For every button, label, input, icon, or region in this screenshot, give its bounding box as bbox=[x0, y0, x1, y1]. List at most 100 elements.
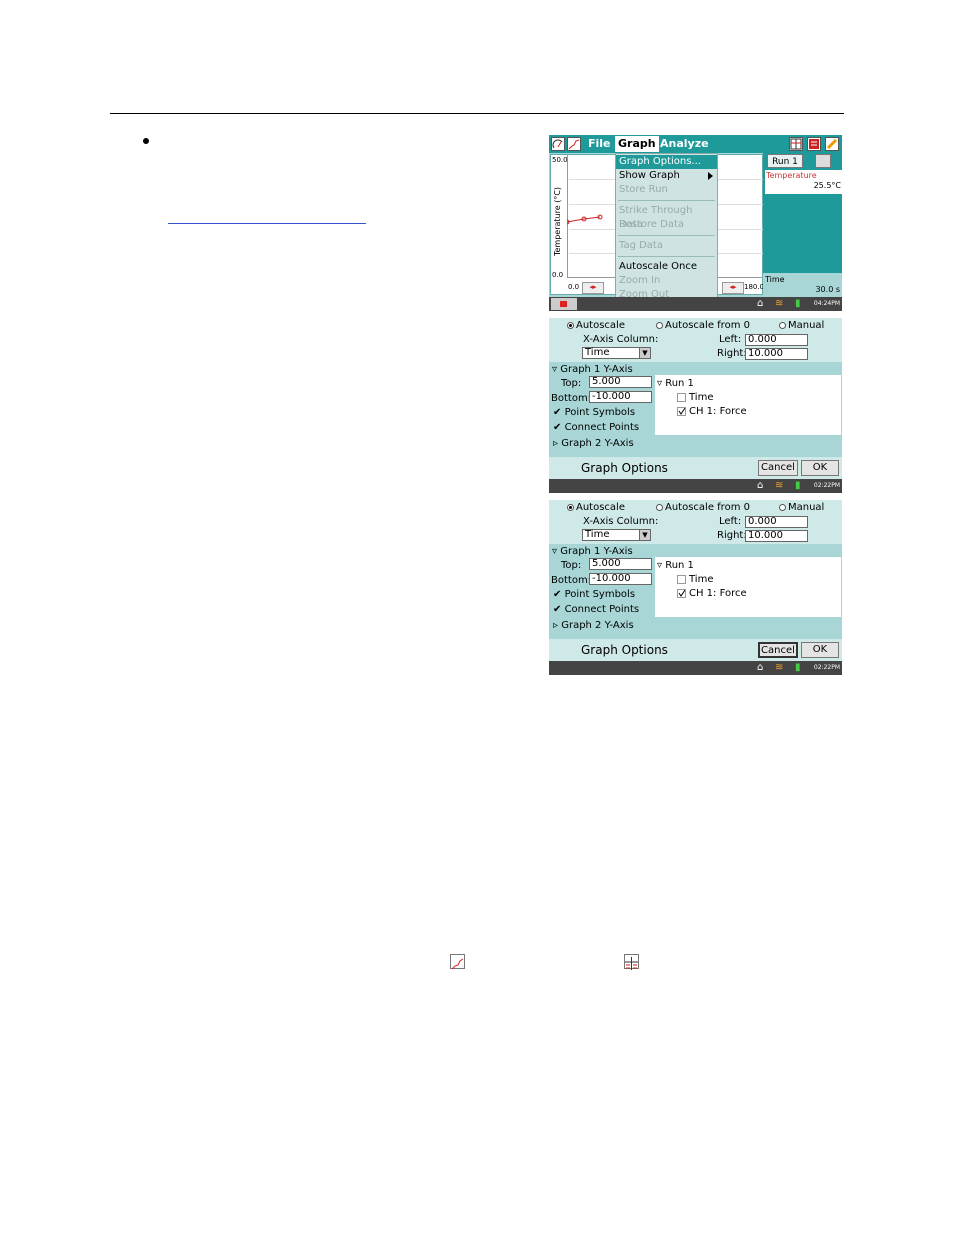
connect-points-checkbox[interactable]: ✔ Connect Points bbox=[553, 422, 639, 433]
x-axis-section: Autoscale Autoscale from 0 Manual X-Axis… bbox=[549, 318, 842, 362]
force-column-checkbox[interactable]: CH 1: Force bbox=[677, 406, 747, 417]
battery-icon: ▮ bbox=[795, 480, 801, 491]
x-axis-column-select[interactable]: Time bbox=[582, 347, 640, 359]
radio-manual[interactable]: Manual bbox=[779, 320, 824, 331]
graph-options-dialog-2: Autoscale Autoscale from 0 Manual X-Axis… bbox=[549, 500, 842, 675]
home-icon[interactable]: ⌂ bbox=[757, 299, 763, 309]
horizontal-rule bbox=[110, 113, 844, 114]
status-bar: ⌂ ≋ ▮ 02:22PM bbox=[549, 661, 842, 675]
graph2-y-axis-label: Graph 2 Y-Axis bbox=[561, 620, 634, 631]
radio-manual-label: Manual bbox=[788, 320, 825, 331]
clock: 02:22PM bbox=[813, 482, 840, 489]
graph2-y-axis-header[interactable]: ▹ Graph 2 Y-Axis bbox=[553, 438, 634, 449]
expand-down-icon: ▿ bbox=[657, 378, 666, 389]
ok-button[interactable]: OK bbox=[801, 460, 839, 476]
point-symbols-checkbox[interactable]: ✔ Point Symbols bbox=[553, 589, 635, 600]
checkmark-icon: ✔ bbox=[553, 604, 565, 615]
radio-autoscale-from-0-label: Autoscale from 0 bbox=[665, 502, 750, 513]
menu-item-graph-options[interactable]: Graph Options... bbox=[616, 155, 717, 169]
bottom-input[interactable]: -10.000 bbox=[589, 391, 652, 403]
table-tab-icon[interactable] bbox=[789, 137, 803, 151]
home-icon[interactable]: ⌂ bbox=[757, 663, 763, 673]
notes-tab-icon[interactable] bbox=[807, 137, 821, 151]
graph2-y-axis-label: Graph 2 Y-Axis bbox=[561, 438, 634, 449]
run-label: Run 1 bbox=[665, 378, 694, 389]
connect-points-label: Connect Points bbox=[564, 422, 640, 433]
status-bar: ⌂ ≋ ▮ 02:22PM bbox=[549, 479, 842, 493]
connect-points-checkbox[interactable]: ✔ Connect Points bbox=[553, 604, 639, 615]
expand-down-icon: ▿ bbox=[657, 560, 666, 571]
radio-autoscale-from-0[interactable]: Autoscale from 0 bbox=[656, 320, 750, 331]
connect-points-label: Connect Points bbox=[564, 604, 640, 615]
time-column-checkbox[interactable]: Time bbox=[677, 392, 713, 403]
point-symbols-checkbox[interactable]: ✔ Point Symbols bbox=[553, 407, 635, 418]
x-axis-column-select[interactable]: Time bbox=[582, 529, 640, 541]
expand-down-icon: ▿ bbox=[552, 546, 561, 557]
right-input[interactable]: 10.000 bbox=[745, 348, 808, 360]
menu-separator bbox=[618, 200, 715, 201]
time-column-label: Time bbox=[689, 392, 714, 403]
home-icon[interactable]: ⌂ bbox=[757, 481, 763, 491]
chevron-down-icon[interactable]: ▼ bbox=[639, 529, 651, 541]
ok-button[interactable]: OK bbox=[801, 642, 839, 658]
checkbox-checked-icon bbox=[677, 588, 686, 598]
x-right-tick: 180.0 bbox=[744, 283, 765, 291]
checkmark-icon: ✔ bbox=[553, 589, 565, 600]
radio-manual[interactable]: Manual bbox=[779, 502, 824, 513]
dialog-title: Graph Options bbox=[581, 461, 668, 475]
left-input[interactable]: 0.000 bbox=[745, 516, 808, 528]
clock: 02:22PM bbox=[813, 664, 840, 671]
radio-autoscale-from-0[interactable]: Autoscale from 0 bbox=[656, 502, 750, 513]
radio-selected-icon bbox=[567, 504, 574, 511]
point-symbols-label: Point Symbols bbox=[564, 407, 636, 418]
time-readout: Time 30.0 s bbox=[763, 273, 842, 295]
graph2-y-axis-header[interactable]: ▹ Graph 2 Y-Axis bbox=[553, 620, 634, 631]
run-tree-node[interactable]: ▿ Run 1 bbox=[657, 378, 694, 389]
stop-collection-button[interactable] bbox=[551, 298, 577, 310]
cancel-button[interactable]: Cancel bbox=[758, 460, 798, 476]
top-menu-bar: File Graph Analyze bbox=[549, 135, 842, 153]
radio-autoscale[interactable]: Autoscale bbox=[567, 320, 625, 331]
wifi-icon: ≋ bbox=[775, 662, 784, 673]
pencil-tab-icon[interactable] bbox=[825, 137, 839, 151]
checkmark-icon: ✔ bbox=[553, 422, 565, 433]
graph1-y-axis-header[interactable]: ▿ Graph 1 Y-Axis bbox=[552, 364, 633, 375]
run-tree-node[interactable]: ▿ Run 1 bbox=[657, 560, 694, 571]
x-axis-column-label: X-Axis Column: bbox=[583, 516, 659, 527]
temperature-meter[interactable]: Temperature 25.5°C bbox=[765, 170, 842, 194]
x-left-scroll-button[interactable]: ◂▸ bbox=[582, 282, 604, 294]
storage-icon[interactable] bbox=[815, 154, 831, 168]
left-label: Left: bbox=[719, 516, 742, 527]
menu-item-zoom-in: Zoom In bbox=[619, 275, 661, 286]
x-right-scroll-button[interactable]: ◂▸ bbox=[722, 282, 744, 294]
graph1-y-axis-label: Graph 1 Y-Axis bbox=[560, 546, 633, 557]
radio-autoscale[interactable]: Autoscale bbox=[567, 502, 625, 513]
graph-tab-icon[interactable] bbox=[567, 137, 581, 151]
top-input[interactable]: 5.000 bbox=[589, 376, 652, 388]
chevron-down-icon[interactable]: ▼ bbox=[639, 347, 651, 359]
menu-item-autoscale-once[interactable]: Autoscale Once bbox=[616, 260, 717, 274]
menu-item-show-graph[interactable]: Show Graph bbox=[616, 169, 717, 183]
graph1-y-axis-header[interactable]: ▿ Graph 1 Y-Axis bbox=[552, 546, 633, 557]
menu-file[interactable]: File bbox=[585, 136, 614, 152]
wifi-icon: ≋ bbox=[775, 298, 784, 309]
expand-down-icon: ▿ bbox=[552, 364, 561, 375]
top-input[interactable]: 5.000 bbox=[589, 558, 652, 570]
force-column-checkbox[interactable]: CH 1: Force bbox=[677, 588, 747, 599]
menu-graph[interactable]: Graph bbox=[615, 136, 659, 152]
cancel-button[interactable]: Cancel bbox=[758, 642, 798, 658]
hyperlink-underline[interactable] bbox=[168, 223, 366, 224]
time-column-checkbox[interactable]: Time bbox=[677, 574, 713, 585]
left-input[interactable]: 0.000 bbox=[745, 334, 808, 346]
checkbox-empty-icon bbox=[677, 392, 686, 402]
bottom-input[interactable]: -10.000 bbox=[589, 573, 652, 585]
table-icon bbox=[624, 954, 639, 970]
menu-separator bbox=[618, 235, 715, 236]
run-selector-button[interactable]: Run 1 bbox=[767, 154, 803, 168]
left-label: Left: bbox=[719, 334, 742, 345]
meter-tab-icon[interactable] bbox=[551, 137, 565, 151]
right-input[interactable]: 10.000 bbox=[745, 530, 808, 542]
dialog-footer: Graph Options Cancel OK bbox=[549, 639, 842, 661]
menu-analyze[interactable]: Analyze bbox=[657, 136, 712, 152]
x-axis-section: Autoscale Autoscale from 0 Manual X-Axis… bbox=[549, 500, 842, 544]
